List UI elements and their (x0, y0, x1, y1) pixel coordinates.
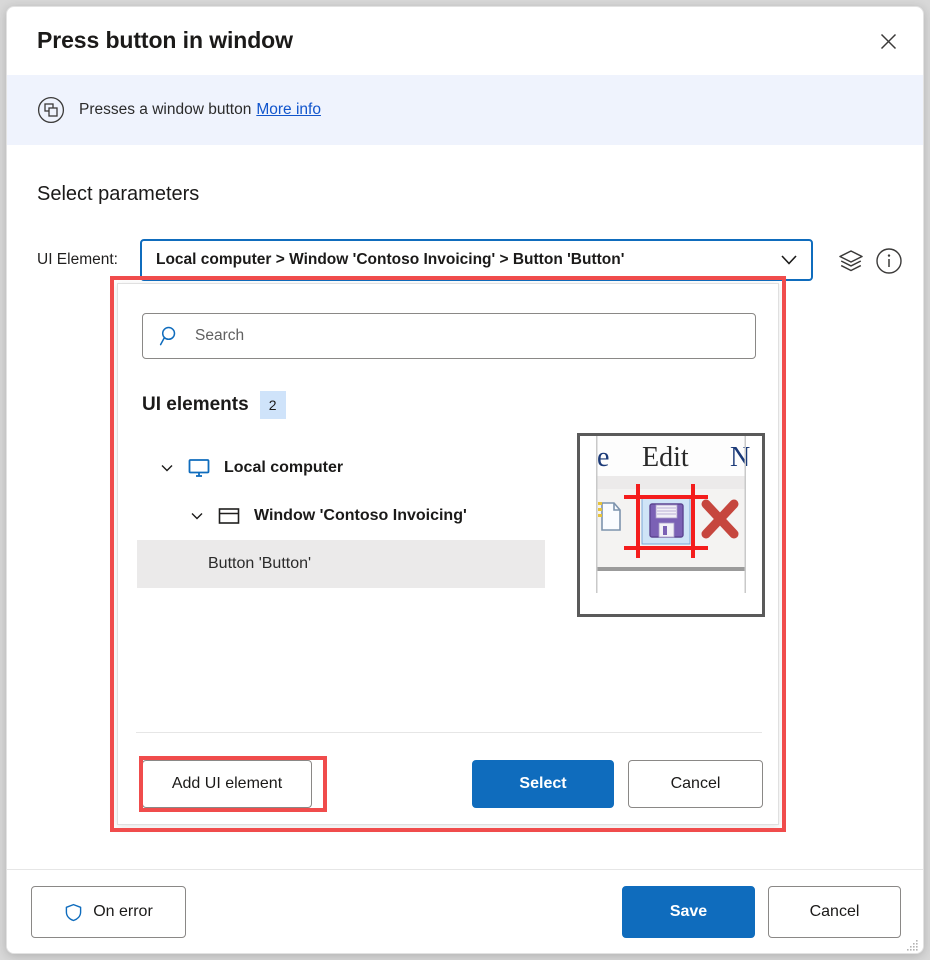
search-icon (159, 325, 181, 347)
chevron-down-icon (779, 253, 799, 267)
tree-item-label: Window 'Contoso Invoicing' (254, 507, 467, 525)
ui-element-combobox[interactable]: Local computer > Window 'Contoso Invoici… (140, 239, 813, 281)
tree-item-label: Local computer (224, 459, 343, 477)
search-box[interactable] (142, 313, 756, 359)
save-button[interactable]: Save (622, 886, 755, 938)
press-button-in-window-dialog: Press button in window Presses a window … (6, 6, 924, 954)
select-parameters-heading: Select parameters (37, 183, 199, 206)
chevron-down-icon[interactable] (159, 460, 175, 476)
select-button[interactable]: Select (472, 760, 614, 808)
tree-item-button-button[interactable]: Button 'Button' (137, 540, 545, 588)
thumbnail-image: e Edit N (580, 436, 762, 614)
on-error-button[interactable]: On error (31, 886, 186, 938)
ui-element-row: UI Element: Local computer > Window 'Con… (37, 239, 897, 283)
close-button[interactable] (867, 21, 909, 61)
picker-cancel-button[interactable]: Cancel (628, 760, 763, 808)
dialog-footer: On error Save Cancel (7, 870, 923, 954)
ui-elements-count-badge: 2 (260, 391, 286, 419)
picker-divider (136, 732, 762, 733)
layers-icon[interactable] (837, 247, 865, 275)
info-banner: Presses a window button More info (7, 75, 923, 145)
search-input[interactable] (193, 314, 755, 358)
resize-grip[interactable] (905, 938, 919, 952)
footer-actions: Save Cancel (621, 870, 901, 954)
cancel-button[interactable]: Cancel (768, 886, 901, 938)
window-button-icon (37, 96, 65, 124)
svg-text:N: N (730, 442, 750, 473)
chevron-down-icon[interactable] (189, 508, 205, 524)
ui-element-label: UI Element: (37, 251, 118, 269)
dialog-titlebar: Press button in window (7, 7, 923, 75)
window-icon (217, 504, 241, 528)
ui-elements-list-header: UI elements 2 (142, 391, 286, 419)
ui-element-picker-panel: UI elements 2 Local computer (117, 283, 779, 825)
more-info-link[interactable]: More info (256, 101, 321, 119)
page-title: Press button in window (37, 27, 293, 54)
ui-elements-title: UI elements (142, 394, 249, 416)
svg-text:e: e (597, 442, 609, 473)
banner-description: Presses a window button (79, 101, 251, 119)
monitor-icon (187, 456, 211, 480)
svg-text:Edit: Edit (642, 442, 689, 473)
add-ui-element-button[interactable]: Add UI element (142, 760, 312, 808)
ui-element-value: Local computer > Window 'Contoso Invoici… (156, 251, 624, 269)
tree-item-label: Button 'Button' (208, 555, 311, 573)
on-error-label: On error (93, 903, 153, 921)
ui-element-preview-thumbnail: e Edit N (577, 433, 765, 617)
shield-icon (64, 903, 83, 922)
info-circle-icon[interactable] (875, 247, 903, 275)
close-icon (880, 33, 897, 50)
